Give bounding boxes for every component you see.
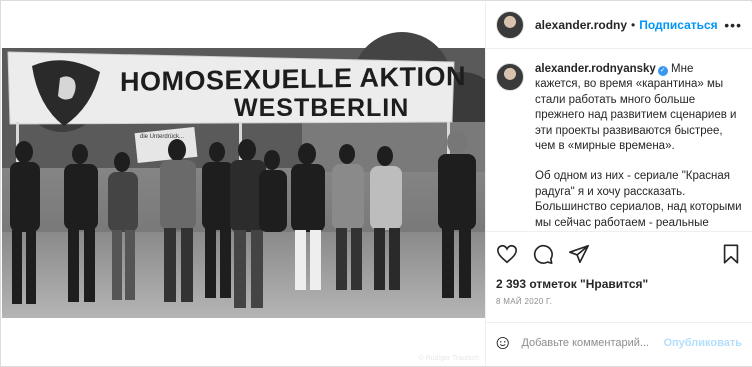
instagram-post-frame: HOMOSEXUELLE AKTION WESTBERLIN die Unter… [0,0,752,367]
verified-badge-icon: ✓ [657,66,668,76]
heart-icon[interactable] [496,243,518,265]
follow-button[interactable]: Подписаться [639,18,717,32]
avatar[interactable] [496,11,524,39]
banner-text-line1: HOMOSEXUELLE AKTION [120,60,467,98]
caption-row: alexander.rodnyansky ✓ Мне кажется, во вр… [486,62,752,232]
divider [486,322,752,323]
banner-text-line2: WESTBERLIN [234,94,410,122]
header-username[interactable]: alexander.rodnyansky [535,18,627,32]
caption-username[interactable]: alexander.rodnyansky [535,63,656,75]
comment-input[interactable] [521,337,664,349]
publish-button[interactable]: Опубликовать [663,337,742,349]
comment-form: Опубликовать [496,330,742,356]
post-header: alexander.rodnyansky • Подписаться ••• [486,2,752,49]
post-sidebar: alexander.rodnyansky • Подписаться ••• a… [485,2,752,366]
more-options-icon[interactable]: ••• [724,17,742,33]
likes-count[interactable]: 2 393 отметок "Нравится" [496,277,648,291]
action-bar [496,242,742,266]
bookmark-icon[interactable] [720,243,742,265]
caption-paragraph-1: alexander.rodnyansky ✓ Мне кажется, во вр… [535,62,742,154]
divider [486,231,752,232]
post-photo[interactable]: HOMOSEXUELLE AKTION WESTBERLIN die Unter… [2,2,485,366]
share-icon[interactable] [568,243,590,265]
emoji-icon[interactable] [496,333,509,353]
header-separator: • [631,18,636,32]
caption-area: alexander.rodnyansky ✓ Мне кажется, во вр… [486,62,752,232]
protest-photo-illustration [2,2,485,366]
caption-text-1: Мне кажется, во время «карантина» мы ста… [535,63,737,153]
comment-icon[interactable] [532,243,554,265]
photo-credit: © Rüdiger Trautsch [418,355,479,362]
caption-body: alexander.rodnyansky ✓ Мне кажется, во вр… [535,62,742,232]
post-date[interactable]: 8 МАЙ 2020 Г. [496,297,552,306]
sign-text: die Unterdrück... [140,134,185,140]
caption-paragraph-2: Об одном из них - сериале "Красная радуг… [535,170,742,229]
caption-avatar[interactable] [496,63,524,91]
